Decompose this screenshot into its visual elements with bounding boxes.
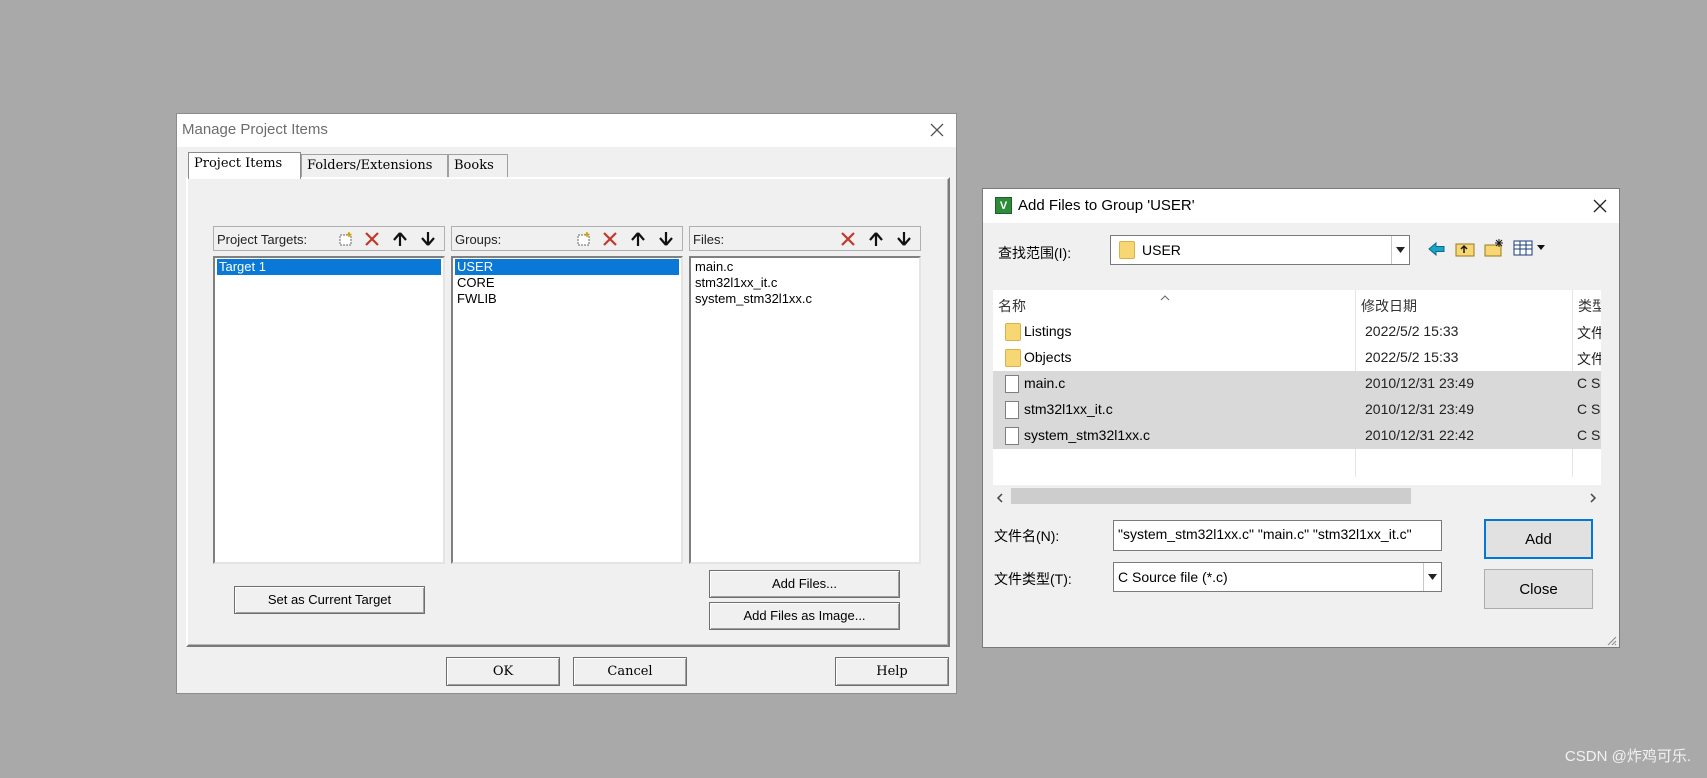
filename-label: 文件名(N): bbox=[994, 528, 1060, 544]
files-label: Files: bbox=[693, 232, 725, 247]
ok-button[interactable]: OK bbox=[446, 657, 560, 686]
view-menu-icon[interactable] bbox=[1513, 240, 1547, 259]
look-in-value: USER bbox=[1142, 242, 1181, 258]
chevron-down-icon[interactable] bbox=[1423, 563, 1441, 591]
folder-icon bbox=[1005, 323, 1021, 341]
close-icon[interactable] bbox=[930, 123, 944, 140]
tab-project-items[interactable]: Project Items bbox=[188, 152, 301, 179]
scrollbar-thumb[interactable] bbox=[1011, 488, 1411, 504]
file-name: stm32l1xx_it.c bbox=[1024, 401, 1113, 417]
chevron-down-icon[interactable] bbox=[1391, 236, 1409, 264]
set-current-target-button[interactable]: Set as Current Target bbox=[234, 586, 425, 614]
file-type: C Source file bbox=[1577, 375, 1601, 391]
list-item[interactable]: system_stm32l1xx.c bbox=[693, 291, 812, 307]
new-target-icon[interactable] bbox=[334, 229, 357, 249]
filename-input[interactable]: "system_stm32l1xx.c" "main.c" "stm32l1xx… bbox=[1113, 520, 1442, 551]
tab-books[interactable]: Books bbox=[448, 154, 508, 179]
file-icon bbox=[1005, 375, 1019, 393]
move-down-icon[interactable] bbox=[416, 229, 439, 249]
groups-label: Groups: bbox=[455, 232, 502, 247]
column-date[interactable]: 修改日期 bbox=[1361, 296, 1417, 316]
move-down-icon[interactable] bbox=[892, 229, 915, 249]
groups-list[interactable]: USER CORE FWLIB bbox=[451, 256, 683, 564]
files-header: Files: bbox=[689, 226, 921, 251]
list-item[interactable]: FWLIB bbox=[455, 291, 497, 307]
delete-file-icon[interactable] bbox=[836, 229, 859, 249]
folder-icon bbox=[1005, 349, 1021, 367]
move-up-icon[interactable] bbox=[864, 229, 887, 249]
scroll-left-icon[interactable] bbox=[996, 490, 1004, 506]
new-group-icon[interactable] bbox=[572, 229, 595, 249]
list-item[interactable]: USER bbox=[455, 259, 679, 275]
list-item[interactable]: Target 1 bbox=[217, 259, 441, 275]
files-list[interactable]: main.c stm32l1xx_it.c system_stm32l1xx.c bbox=[689, 256, 921, 564]
groups-header: Groups: bbox=[451, 226, 683, 251]
delete-group-icon[interactable] bbox=[598, 229, 621, 249]
look-in-combo[interactable]: USER bbox=[1110, 235, 1410, 265]
file-name: Objects bbox=[1024, 349, 1072, 365]
cancel-button[interactable]: Cancel bbox=[573, 657, 687, 686]
add-files-dialog: V Add Files to Group 'USER' 查找范围(I): USE… bbox=[982, 188, 1620, 648]
targets-list[interactable]: Target 1 bbox=[213, 256, 445, 564]
sort-ascending-icon bbox=[1160, 288, 1170, 304]
file-type: C Source file bbox=[1577, 401, 1601, 417]
horizontal-scrollbar[interactable] bbox=[993, 485, 1601, 505]
filetype-select[interactable]: C Source file (*.c) bbox=[1113, 562, 1442, 592]
list-item[interactable]: main.c bbox=[693, 259, 733, 275]
list-item[interactable]: Objects 2022/5/2 15:33 文件夹 bbox=[993, 345, 1601, 371]
file-icon bbox=[1005, 427, 1019, 445]
file-date: 2022/5/2 15:33 bbox=[1365, 349, 1459, 365]
folder-icon bbox=[1119, 241, 1135, 259]
move-down-icon[interactable] bbox=[654, 229, 677, 249]
dialog-title: Add Files to Group 'USER' bbox=[1018, 197, 1195, 214]
filetype-label: 文件类型(T): bbox=[994, 571, 1072, 587]
file-name: Listings bbox=[1024, 323, 1072, 339]
resize-grip-icon[interactable] bbox=[1605, 633, 1617, 646]
list-item[interactable]: CORE bbox=[455, 275, 495, 291]
title-bar: V Add Files to Group 'USER' bbox=[983, 189, 1619, 223]
manage-project-items-dialog: Manage Project Items Project Items Folde… bbox=[176, 113, 957, 694]
close-button[interactable]: Close bbox=[1484, 569, 1593, 609]
file-name: system_stm32l1xx.c bbox=[1024, 427, 1151, 443]
list-item[interactable]: Listings 2022/5/2 15:33 文件夹 bbox=[993, 319, 1601, 345]
file-date: 2010/12/31 23:49 bbox=[1365, 401, 1474, 417]
file-name: main.c bbox=[1024, 375, 1066, 391]
list-item[interactable]: stm32l1xx_it.c bbox=[693, 275, 777, 291]
targets-header: Project Targets: bbox=[213, 226, 445, 251]
file-date: 2022/5/2 15:33 bbox=[1365, 323, 1459, 339]
add-files-button[interactable]: Add Files... bbox=[709, 570, 900, 598]
tab-folders-extensions[interactable]: Folders/Extensions bbox=[301, 154, 448, 179]
delete-target-icon[interactable] bbox=[360, 229, 383, 249]
look-in-label: 查找范围(I): bbox=[998, 245, 1072, 261]
list-item[interactable]: main.c 2010/12/31 23:49 C Source file bbox=[993, 371, 1601, 397]
list-item[interactable]: system_stm32l1xx.c 2010/12/31 22:42 C So… bbox=[993, 423, 1601, 449]
file-type: 文件夹 bbox=[1577, 351, 1601, 367]
file-type: 文件夹 bbox=[1577, 325, 1601, 341]
watermark: CSDN @炸鸡可乐. bbox=[1564, 748, 1691, 765]
move-up-icon[interactable] bbox=[388, 229, 411, 249]
back-icon[interactable] bbox=[1428, 241, 1446, 260]
file-date: 2010/12/31 23:49 bbox=[1365, 375, 1474, 391]
dialog-title: Manage Project Items bbox=[182, 121, 328, 138]
column-type[interactable]: 类型 bbox=[1578, 296, 1601, 316]
help-button[interactable]: Help bbox=[835, 657, 949, 686]
up-folder-icon[interactable] bbox=[1455, 239, 1475, 260]
add-button[interactable]: Add bbox=[1484, 519, 1593, 559]
add-files-as-image-button[interactable]: Add Files as Image... bbox=[709, 602, 900, 630]
column-name[interactable]: 名称 bbox=[998, 296, 1026, 316]
keil-app-icon: V bbox=[995, 197, 1012, 214]
new-folder-icon[interactable] bbox=[1484, 239, 1504, 260]
list-item[interactable]: stm32l1xx_it.c 2010/12/31 23:49 C Source… bbox=[993, 397, 1601, 423]
file-icon bbox=[1005, 401, 1019, 419]
file-date: 2010/12/31 22:42 bbox=[1365, 427, 1474, 443]
file-type: C Source file bbox=[1577, 427, 1601, 443]
targets-label: Project Targets: bbox=[217, 232, 308, 247]
title-bar: Manage Project Items bbox=[177, 114, 956, 147]
filetype-value: C Source file (*.c) bbox=[1118, 569, 1228, 585]
move-up-icon[interactable] bbox=[626, 229, 649, 249]
scroll-right-icon[interactable] bbox=[1589, 490, 1597, 506]
file-list[interactable]: 名称 修改日期 类型 Listings 2022/5/2 15:33 文件夹 O… bbox=[993, 290, 1601, 490]
close-icon[interactable] bbox=[1593, 199, 1607, 216]
